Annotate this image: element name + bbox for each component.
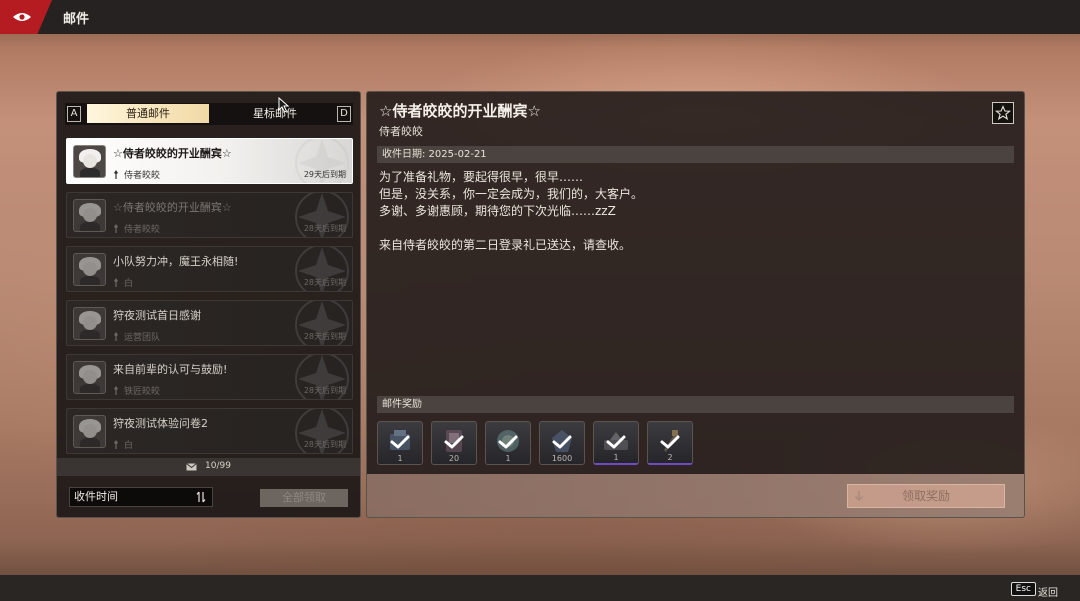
avatar: [73, 145, 106, 178]
rewards-header: 邮件奖励: [377, 396, 1014, 413]
reward-item[interactable]: 1: [377, 421, 423, 465]
mail-body-line: 来自侍者皎皎的第二日登录礼已送达，请查收。: [379, 238, 632, 252]
mail-item-sender-name: 白: [124, 279, 134, 289]
mail-detail-sender: 侍者皎皎: [379, 125, 423, 138]
sort-dropdown[interactable]: 收件时间: [69, 487, 213, 507]
mail-item[interactable]: 狩夜测试体验问卷2 白 28天后到期: [66, 408, 353, 454]
mail-item-expire: 29天后到期: [303, 170, 346, 179]
avatar: [73, 307, 106, 340]
collect-all-button[interactable]: 全部领取: [260, 489, 348, 507]
top-bar: 邮件: [0, 0, 1080, 34]
mail-item-expire: 28天后到期: [303, 278, 346, 287]
star-icon: [995, 105, 1011, 121]
pin-icon: [114, 278, 118, 287]
mail-item-title: 来自前辈的认可与鼓励!: [113, 363, 228, 376]
mail-item[interactable]: 狩夜测试首日感谢运营团队 28天后到期: [66, 300, 353, 346]
checkmark-icon: [498, 435, 518, 449]
mail-item-sender-name: 白: [124, 441, 134, 451]
reward-item[interactable]: 20: [431, 421, 477, 465]
claim-reward-label: 领取奖励: [901, 489, 950, 503]
mail-tabs: A 普通邮件 星标邮件 D: [65, 103, 353, 125]
mail-item-title: ☆侍者皎皎的开业酬宾☆: [113, 147, 232, 160]
checkmark-icon: [390, 435, 410, 449]
mail-list-panel: A 普通邮件 星标邮件 D ☆侍者皎皎的开业酬宾☆ 侍者皎皎 29天后到期 ☆侍者皎皎…: [56, 91, 361, 518]
tab-left-key-hint[interactable]: A: [67, 106, 81, 122]
checkmark-icon: [606, 435, 626, 449]
checkmark-icon: [660, 435, 680, 449]
sort-icon: [196, 491, 206, 503]
reward-quantity: 1: [397, 454, 403, 463]
sort-label: 收件时间: [74, 490, 118, 503]
pin-icon: [114, 386, 118, 395]
reward-quantity: 1600: [551, 454, 573, 463]
mail-item-sender-name: 运营团队: [124, 333, 161, 343]
mail-item[interactable]: ☆侍者皎皎的开业酬宾☆ 侍者皎皎 28天后到期: [66, 192, 353, 238]
avatar: [73, 361, 106, 394]
eye-logo-icon: [13, 13, 31, 21]
mail-detail-title: ☆侍者皎皎的开业酬宾☆: [379, 102, 541, 120]
pin-icon: [114, 170, 118, 179]
mail-item[interactable]: 小队努力冲，魔王永相随! 白 28天后到期: [66, 246, 353, 292]
avatar: [73, 199, 106, 232]
star-button[interactable]: [992, 102, 1014, 124]
mail-item[interactable]: 来自前辈的认可与鼓励! 铁匠皎皎 28天后到期: [66, 354, 353, 400]
bottom-bar: Esc 返回: [0, 575, 1080, 601]
reward-item[interactable]: 2: [647, 421, 693, 465]
mail-body: 为了准备礼物，要起得很早，很早…… 但是，没关系，你一定会成为，我们的，大客户。多…: [379, 169, 999, 254]
arrow-down-icon: [855, 491, 863, 501]
mail-item-title: ☆侍者皎皎的开业酬宾☆: [113, 201, 232, 214]
pin-icon: [114, 224, 118, 233]
mail-body-line: 多谢、多谢惠顾，期待您的下次光临……zzZ: [379, 204, 616, 218]
pin-icon: [114, 440, 118, 449]
mail-detail-panel: ☆侍者皎皎的开业酬宾☆ 侍者皎皎 收件日期: 2025-02-21 为了准备礼物…: [366, 91, 1025, 518]
reward-quantity: 1: [505, 454, 511, 463]
tab-right-key-hint[interactable]: D: [337, 106, 351, 122]
mail-item-sender: 白: [113, 276, 133, 289]
envelope-icon: [186, 463, 197, 471]
reward-item[interactable]: 1600: [539, 421, 585, 465]
mail-item-title: 狩夜测试体验问卷2: [113, 417, 208, 430]
checkmark-icon: [552, 435, 572, 449]
logo: [0, 0, 52, 34]
mail-item[interactable]: ☆侍者皎皎的开业酬宾☆ 侍者皎皎 29天后到期: [66, 138, 353, 184]
reward-item[interactable]: 1: [485, 421, 531, 465]
tab-starred-mail[interactable]: 星标邮件: [215, 104, 335, 123]
claim-reward-button[interactable]: 领取奖励: [847, 484, 1005, 508]
mouse-cursor-icon: [278, 97, 290, 113]
mail-item-expire: 28天后到期: [303, 386, 346, 395]
mail-count-bar: 10/99: [57, 458, 360, 476]
mail-item-sender: 铁匠皎皎: [113, 384, 160, 397]
avatar: [73, 253, 106, 286]
mail-body-line: 但是，没关系，你一定会成为，我们的，大客户。: [379, 187, 644, 201]
reward-quantity: 2: [667, 453, 673, 462]
mail-body-line: [379, 220, 999, 237]
mail-count: 10/99: [205, 461, 231, 471]
mail-item-title: 小队努力冲，魔王永相随!: [113, 255, 239, 268]
mail-item-title: 狩夜测试首日感谢: [113, 309, 201, 322]
reward-quantity: 1: [613, 453, 619, 462]
mail-item-sender: 侍者皎皎: [113, 168, 160, 181]
receive-date: 收件日期: 2025-02-21: [377, 146, 1014, 163]
pin-icon: [114, 332, 118, 341]
mail-item-expire: 28天后到期: [303, 224, 346, 233]
avatar: [73, 415, 106, 448]
reward-quantity: 20: [448, 454, 460, 463]
mail-item-expire: 28天后到期: [303, 332, 346, 341]
back-label[interactable]: 返回: [1038, 584, 1058, 599]
tab-normal-mail[interactable]: 普通邮件: [87, 104, 209, 123]
mail-item-sender: 侍者皎皎: [113, 222, 160, 235]
mail-item-expire: 28天后到期: [303, 440, 346, 449]
checkmark-icon: [444, 435, 464, 449]
mail-item-sender: 运营团队: [113, 330, 160, 343]
mail-item-sender-name: 侍者皎皎: [124, 225, 161, 235]
mail-item-sender-name: 侍者皎皎: [124, 171, 161, 181]
page-title: 邮件: [63, 12, 90, 27]
mail-item-sender: 白: [113, 438, 133, 451]
detail-footer: 领取奖励: [367, 474, 1024, 517]
mail-item-sender-name: 铁匠皎皎: [124, 387, 161, 397]
reward-item[interactable]: 1: [593, 421, 639, 465]
mail-body-line: 为了准备礼物，要起得很早，很早……: [379, 170, 584, 184]
esc-key-hint[interactable]: Esc: [1010, 582, 1036, 596]
